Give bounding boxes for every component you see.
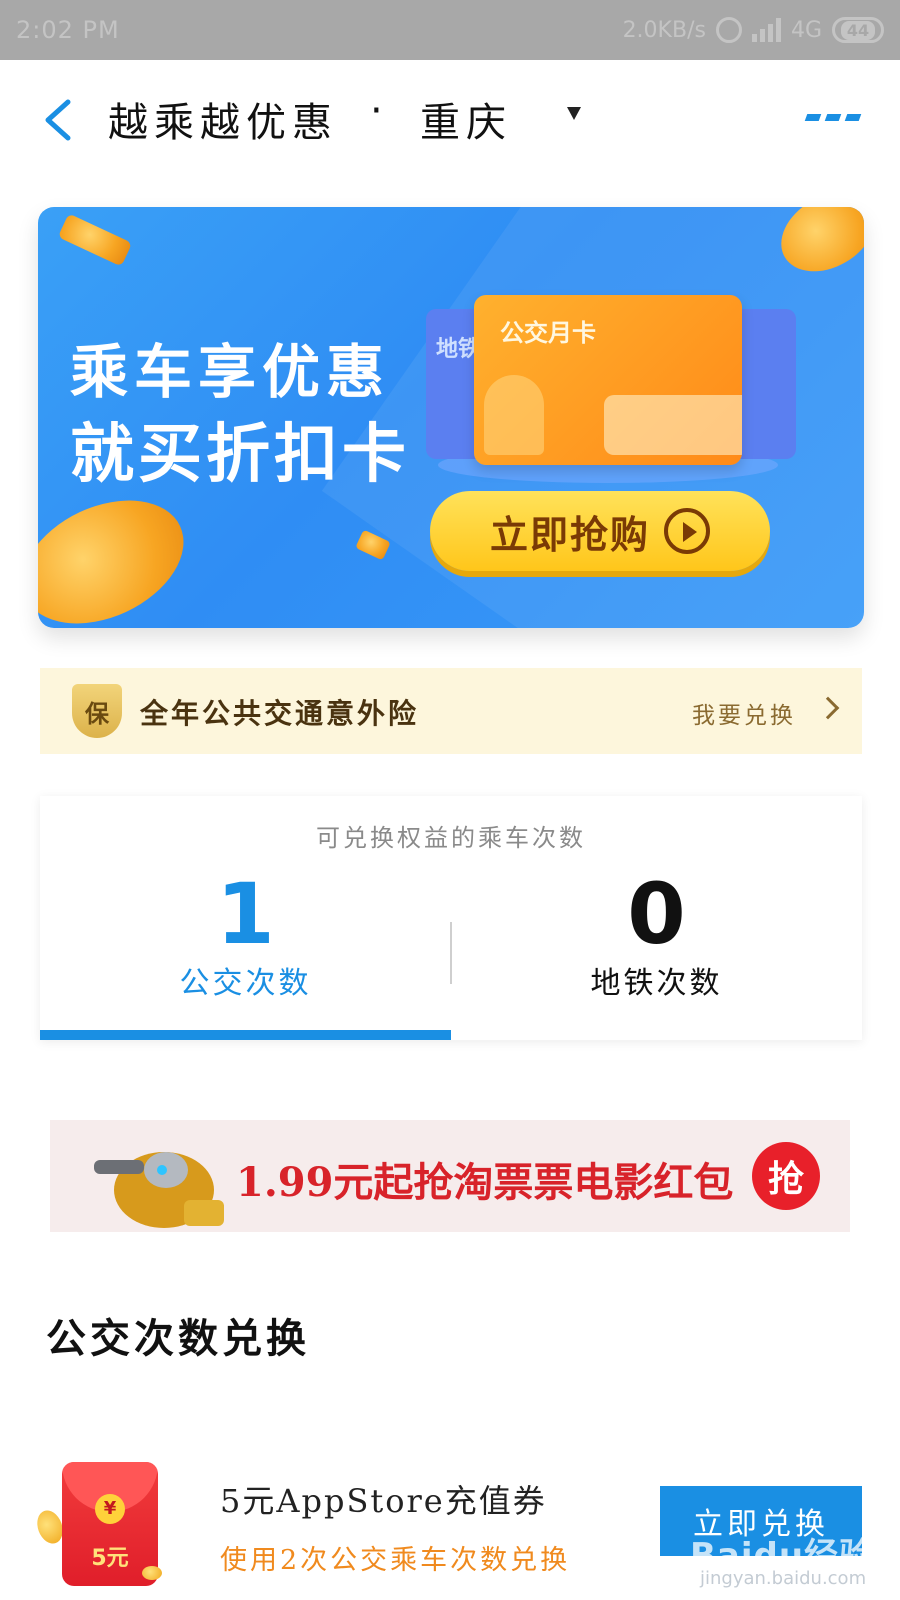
yuan-coin-icon: ¥ (95, 1494, 125, 1524)
metro-count-label: 地铁次数 (590, 966, 723, 1001)
section-title: 公交次数兑换 (46, 1315, 310, 1362)
battery-icon: 44 (832, 17, 884, 43)
caret-down-icon[interactable] (567, 107, 581, 120)
tree-graphic (484, 375, 544, 455)
insurance-shield-icon: 保 (72, 684, 122, 738)
banner-subheadline: 就买折扣卡 (70, 418, 410, 492)
movie-ad-text: 1.99元起抢淘票票电影红包 (236, 1159, 734, 1206)
voucher-subtitle: 使用2次公交乘车次数兑换 (220, 1545, 571, 1576)
status-indicators: 2.0KB/s 4G 44 (623, 17, 884, 43)
bus-card-label: 公交月卡 (500, 319, 596, 347)
title-separator: · (370, 88, 383, 134)
back-arrow-icon[interactable] (40, 98, 80, 142)
bus-count-value: 1 (216, 865, 275, 963)
ride-counts-card: 可兑换权益的乘车次数 1 公交次数 0 地铁次数 (40, 796, 862, 1040)
grab-button[interactable]: 抢 (752, 1142, 820, 1210)
bus-count-label: 公交次数 (179, 966, 312, 1001)
metro-count-value: 0 (627, 865, 686, 963)
network-type: 4G (790, 17, 822, 43)
active-tab-indicator (40, 1030, 451, 1040)
arrow-right-circle-icon (664, 508, 710, 554)
network-speed: 2.0KB/s (622, 17, 706, 43)
insurance-redeem-link[interactable]: 我要兑换 (692, 696, 796, 730)
movie-ticket-ad-banner[interactable]: 1.99元起抢淘票票电影红包 抢 (50, 1120, 850, 1232)
voucher-title: 5元AppStore充值券 (220, 1482, 547, 1520)
insurance-row[interactable]: 保 全年公共交通意外险 我要兑换 (40, 668, 862, 754)
battery-level: 44 (840, 20, 876, 40)
tab-metro-count[interactable]: 0 地铁次数 (451, 866, 862, 1002)
banner-headline: 乘车享优惠 (70, 338, 391, 406)
city-selector[interactable]: 重庆 (420, 90, 512, 148)
robot-illustration (94, 1152, 224, 1228)
page-title: 越乘越优惠 (108, 100, 338, 146)
envelope-amount: 5元 (91, 1546, 129, 1571)
chevron-right-icon (816, 696, 840, 720)
coin-decoration (38, 476, 204, 628)
coin-decoration (142, 1566, 162, 1580)
counts-caption: 可兑换权益的乘车次数 (316, 824, 586, 852)
signal-icon (751, 18, 781, 42)
title-bar: 越乘越优惠 · 重庆 (0, 60, 900, 180)
more-menu-icon[interactable] (804, 114, 862, 121)
insurance-title: 全年公共交通意外险 (140, 697, 420, 730)
status-bar: 2:02 PM 2.0KB/s 4G 44 (0, 0, 900, 60)
baidu-watermark-url: jingyan.baidu.com (700, 1568, 867, 1589)
tab-bus-count[interactable]: 1 公交次数 (40, 866, 451, 1002)
bus-monthly-card-illustration: 公交月卡 (474, 295, 742, 465)
buy-now-button[interactable]: 立即抢购 (430, 491, 770, 571)
coin-decoration (57, 213, 133, 267)
status-time: 2:02 PM (16, 16, 120, 44)
buy-now-label: 立即抢购 (489, 512, 650, 557)
bus-graphic (604, 395, 742, 455)
alarm-icon (715, 17, 742, 43)
promo-banner[interactable]: 乘车享优惠 就买折扣卡 地铁 公交月卡 立即抢购 (38, 207, 864, 628)
